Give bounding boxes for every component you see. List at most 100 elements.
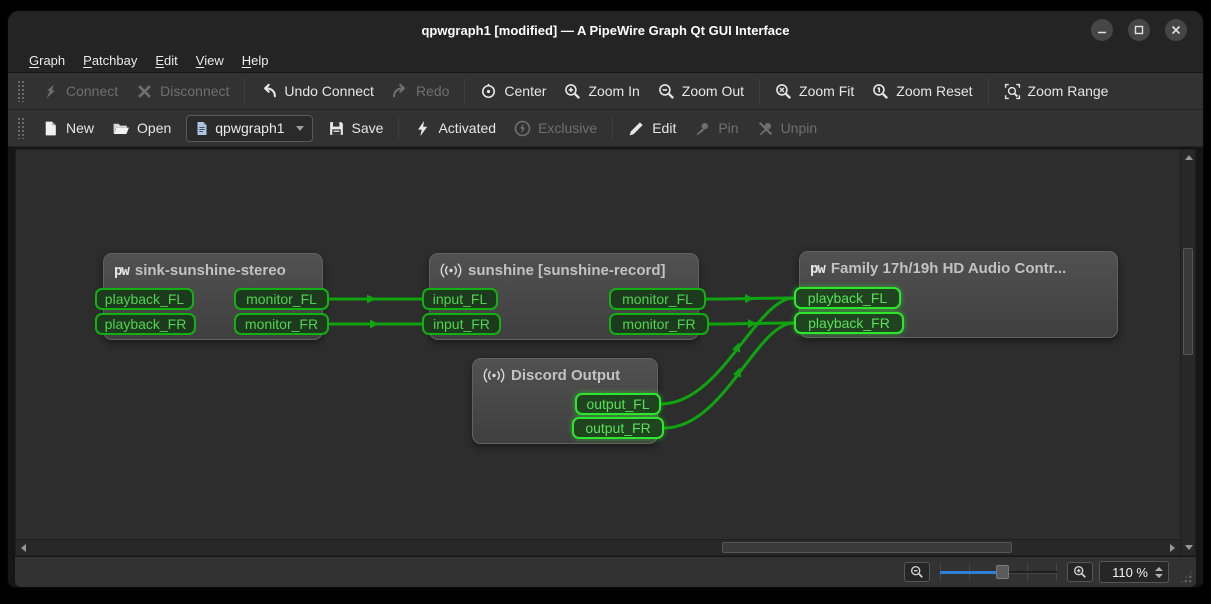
center-icon	[480, 83, 497, 100]
zoom-spinbox[interactable]: 110 %	[1099, 561, 1169, 583]
zoom-out-icon	[658, 83, 675, 100]
zoom-reset-icon	[872, 83, 889, 100]
app-window: qpwgraph1 [modified] — A PipeWire Graph …	[7, 10, 1204, 588]
pin-button[interactable]: Pin	[685, 115, 747, 142]
activated-button[interactable]: Activated	[405, 115, 505, 142]
zoom-fit-button[interactable]: Zoom Fit	[766, 78, 863, 105]
spin-up-icon[interactable]	[1155, 567, 1163, 571]
toolbar-separator	[612, 116, 613, 140]
exclusive-icon	[514, 120, 531, 137]
pipewire-icon: pw	[114, 264, 129, 278]
patchbay-file-icon	[195, 121, 209, 136]
zoom-fit-icon	[775, 83, 792, 100]
undo-icon	[260, 83, 277, 100]
scroll-up-icon[interactable]	[1185, 155, 1193, 160]
zoom-out-button[interactable]: Zoom Out	[649, 78, 753, 105]
menu-view[interactable]: View	[187, 51, 233, 70]
menu-help[interactable]: Help	[233, 51, 278, 70]
maximize-button[interactable]	[1128, 19, 1150, 41]
toolbar-separator	[398, 116, 399, 140]
statusbar: 110 %	[15, 557, 1196, 587]
patchbay-selector[interactable]: qpwgraph1	[186, 115, 312, 142]
open-folder-icon	[112, 120, 130, 137]
zoom-slider[interactable]	[940, 563, 1057, 581]
horizontal-scrollbar[interactable]	[16, 539, 1180, 555]
menubar: Graph Patchbay Edit View Help	[8, 49, 1203, 73]
port-sink-playback-fl[interactable]: playback_FL	[95, 288, 194, 310]
close-button[interactable]	[1165, 19, 1187, 41]
spin-buttons	[1155, 567, 1163, 578]
port-sink-monitor-fl[interactable]: monitor_FL	[234, 288, 329, 310]
scroll-right-icon[interactable]	[1170, 544, 1175, 552]
pipewire-icon: pw	[810, 262, 825, 276]
new-button[interactable]: New	[33, 115, 103, 142]
activated-icon	[414, 120, 431, 137]
port-sink-monitor-fr[interactable]: monitor_FR	[234, 313, 329, 335]
patchbay-selector-value: qpwgraph1	[215, 120, 284, 136]
save-icon	[328, 120, 345, 137]
port-sunshine-input-fr[interactable]: input_FR	[422, 313, 501, 335]
zoom-reset-button[interactable]: Zoom Reset	[863, 78, 981, 105]
menu-patchbay[interactable]: Patchbay	[74, 51, 146, 70]
unpin-icon	[757, 120, 774, 137]
disconnect-button[interactable]: Disconnect	[127, 78, 238, 105]
maximize-icon	[1133, 24, 1145, 36]
connect-button[interactable]: Connect	[33, 78, 127, 105]
unpin-button[interactable]: Unpin	[748, 115, 827, 142]
desktop: { "window": { "title": "qpwgraph1 [modif…	[0, 0, 1211, 604]
window-title: qpwgraph1 [modified] — A PipeWire Graph …	[8, 11, 1203, 49]
port-sunshine-monitor-fl[interactable]: monitor_FL	[609, 288, 706, 310]
graph-canvas[interactable]: pw sink-sunshine-stereo playback_FL play…	[15, 149, 1196, 556]
scroll-left-icon[interactable]	[21, 544, 26, 552]
statusbar-zoom-out-button[interactable]	[904, 562, 930, 582]
window-resize-grip[interactable]	[1179, 570, 1193, 584]
new-file-icon	[42, 120, 59, 137]
vertical-scrollbar[interactable]	[1180, 150, 1195, 555]
port-sink-playback-fr[interactable]: playback_FR	[95, 313, 196, 335]
zoom-range-button[interactable]: Zoom Range	[995, 78, 1118, 105]
port-discord-output-fr[interactable]: output_FR	[572, 417, 664, 439]
minimize-button[interactable]	[1091, 19, 1113, 41]
zoom-out-icon	[910, 565, 924, 579]
zoom-in-icon	[564, 83, 581, 100]
port-family-playback-fr[interactable]: playback_FR	[794, 312, 904, 334]
exclusive-button[interactable]: Exclusive	[505, 115, 606, 142]
toolbar-separator	[759, 79, 760, 103]
horizontal-scrollbar-handle[interactable]	[722, 542, 1012, 553]
zoom-slider-handle[interactable]	[996, 565, 1009, 579]
toolbar-drag-handle[interactable]	[17, 80, 25, 102]
menu-graph[interactable]: Graph	[20, 51, 74, 70]
toolbar-separator	[464, 79, 465, 103]
toolbar-drag-handle[interactable]	[17, 117, 25, 139]
zoom-range-icon	[1004, 83, 1021, 100]
node-title: sink-sunshine-stereo	[135, 262, 286, 279]
vertical-scrollbar-handle[interactable]	[1183, 248, 1193, 355]
central-widget: pw sink-sunshine-stereo playback_FL play…	[8, 147, 1203, 587]
redo-button[interactable]: Redo	[383, 78, 458, 105]
close-icon	[1170, 24, 1182, 36]
zoom-in-button[interactable]: Zoom In	[555, 78, 648, 105]
save-button[interactable]: Save	[319, 115, 393, 142]
port-sunshine-input-fl[interactable]: input_FL	[422, 288, 498, 310]
edit-button[interactable]: Edit	[619, 115, 685, 142]
port-discord-output-fl[interactable]: output_FL	[575, 393, 661, 415]
toolbar-separator	[988, 79, 989, 103]
undo-connect-button[interactable]: Undo Connect	[251, 78, 383, 105]
port-sunshine-monitor-fr[interactable]: monitor_FR	[609, 313, 709, 335]
zoom-in-icon	[1073, 565, 1087, 579]
spin-down-icon[interactable]	[1155, 574, 1163, 578]
chevron-down-icon	[296, 126, 304, 131]
statusbar-zoom-in-button[interactable]	[1067, 562, 1093, 582]
scroll-down-icon[interactable]	[1185, 545, 1193, 550]
center-button[interactable]: Center	[471, 78, 555, 105]
graph-viewport[interactable]: pw sink-sunshine-stereo playback_FL play…	[16, 150, 1180, 539]
edit-pencil-icon	[628, 120, 645, 137]
zoom-value: 110 %	[1108, 565, 1148, 580]
menu-edit[interactable]: Edit	[146, 51, 186, 70]
port-family-playback-fl[interactable]: playback_FL	[794, 287, 901, 309]
open-button[interactable]: Open	[103, 115, 180, 142]
audio-node-icon	[440, 263, 462, 278]
patchbay-toolbar: New Open qpwgraph1 Save Activated Exclus…	[8, 110, 1203, 147]
connection-wires	[16, 150, 1179, 539]
titlebar[interactable]: qpwgraph1 [modified] — A PipeWire Graph …	[8, 11, 1203, 49]
